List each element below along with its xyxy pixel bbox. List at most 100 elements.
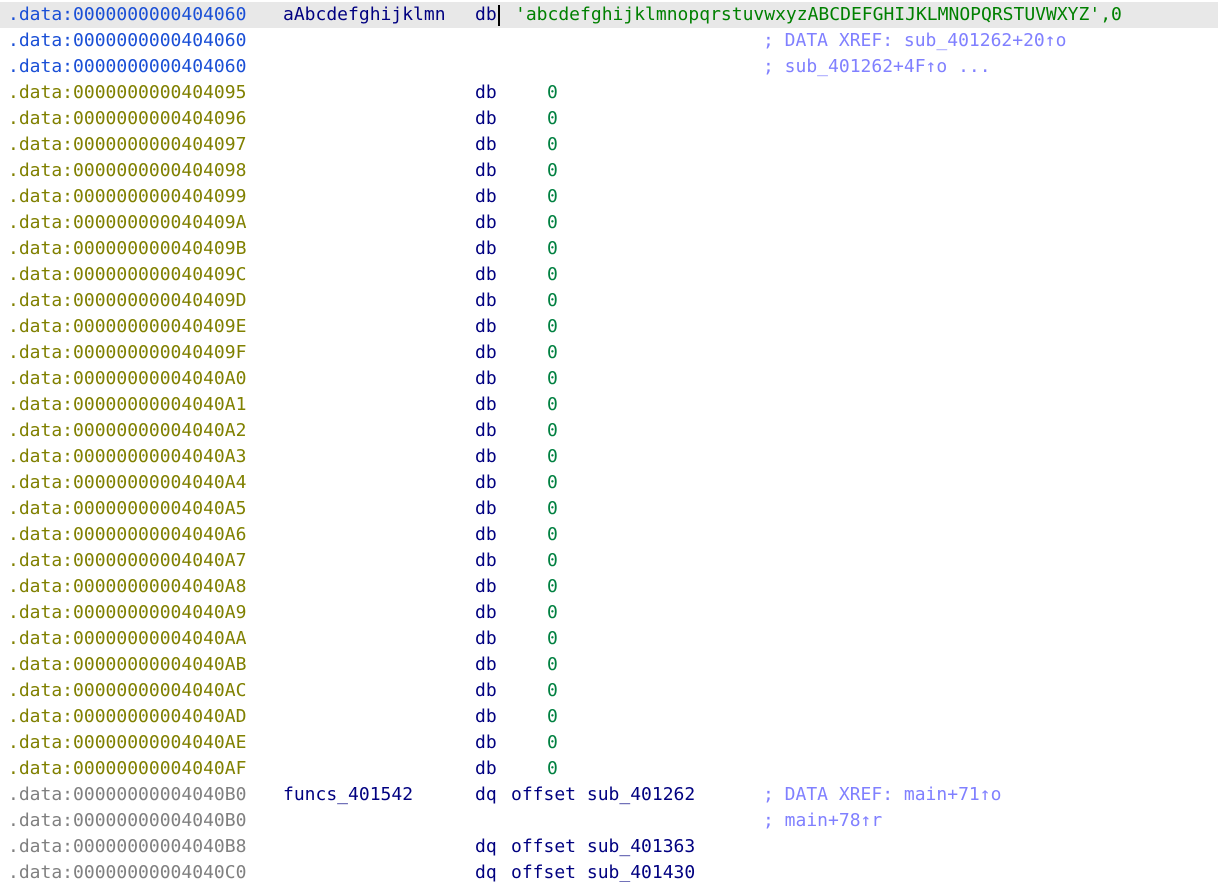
address-label[interactable]: .data:00000000004040A2 [8,418,246,444]
operand-value: 0 [547,342,558,363]
listing-line[interactable]: .data:00000000004040B8 dq offset sub_401… [0,834,1218,860]
xref-comment[interactable]: ; main+78↑r [763,808,882,834]
xref-comment[interactable]: ; DATA XREF: main+71↑o [763,782,1001,808]
operand-value: 0 [547,732,558,753]
xref-comment[interactable]: ; DATA XREF: sub_401262+20↑o [763,28,1066,54]
address-label[interactable]: .data:00000000004040C0 [8,860,246,882]
listing-line[interactable]: .data:00000000004040A8 db 0 [0,574,1218,600]
listing-line[interactable]: .data:0000000000404095 db 0 [0,80,1218,106]
directive-keyword: db [475,576,497,597]
listing-line[interactable]: .data:0000000000404096 db 0 [0,106,1218,132]
address-label[interactable]: .data:00000000004040B0 [8,782,246,808]
directive-keyword: db [475,758,497,779]
address-label[interactable]: .data:00000000004040A0 [8,366,246,392]
operand-value: 0 [547,524,558,545]
directive-keyword: dq [475,836,497,857]
directive-keyword: db [475,732,497,753]
operand-value: 0 [547,368,558,389]
address-label[interactable]: .data:0000000000404099 [8,184,246,210]
listing-line[interactable]: .data:0000000000404060 ; sub_401262+4F↑o… [0,54,1218,80]
directive-keyword: db [475,238,497,259]
address-label[interactable]: .data:00000000004040B0 [8,808,246,834]
address-label[interactable]: .data:000000000040409A [8,210,246,236]
string-literal[interactable]: 'abcdefghijklmnopqrstuvwxyzABCDEFGHIJKLM… [515,2,1122,28]
listing-line[interactable]: .data:00000000004040AD db 0 [0,704,1218,730]
listing-line[interactable]: .data:00000000004040A6 db 0 [0,522,1218,548]
listing-line[interactable]: .data:00000000004040A9 db 0 [0,600,1218,626]
listing-line[interactable]: .data:00000000004040A2 db 0 [0,418,1218,444]
address-label[interactable]: .data:000000000040409E [8,314,246,340]
listing-line[interactable]: .data:0000000000404099 db 0 [0,184,1218,210]
listing-line[interactable]: .data:00000000004040AB db 0 [0,652,1218,678]
address-label[interactable]: .data:0000000000404095 [8,80,246,106]
offset-operand[interactable]: offset sub_401262 [511,782,695,808]
directive-keyword: db [475,108,497,129]
listing-line[interactable]: .data:00000000004040B0 ; main+78↑r [0,808,1218,834]
address-label[interactable]: .data:0000000000404096 [8,106,246,132]
address-label[interactable]: .data:00000000004040A9 [8,600,246,626]
listing-line[interactable]: .data:00000000004040A1 db 0 [0,392,1218,418]
listing-line[interactable]: .data:00000000004040AE db 0 [0,730,1218,756]
address-label[interactable]: .data:00000000004040A3 [8,444,246,470]
disassembly-listing[interactable]: .data:0000000000404060 aAbcdefghijklmn d… [0,0,1218,882]
address-label[interactable]: .data:0000000000404097 [8,132,246,158]
listing-line[interactable]: .data:0000000000404098 db 0 [0,158,1218,184]
address-label[interactable]: .data:0000000000404098 [8,158,246,184]
directive-keyword: db [475,524,497,545]
operand-value: 0 [547,290,558,311]
offset-operand[interactable]: offset sub_401430 [511,860,695,882]
address-label[interactable]: .data:000000000040409F [8,340,246,366]
address-label[interactable]: .data:00000000004040AD [8,704,246,730]
address-label[interactable]: .data:00000000004040AB [8,652,246,678]
address-label[interactable]: .data:0000000000404060 [8,2,246,28]
address-label[interactable]: .data:00000000004040AF [8,756,246,782]
address-label[interactable]: .data:0000000000404060 [8,54,246,80]
listing-line[interactable]: .data:0000000000404060 aAbcdefghijklmn d… [0,2,1218,28]
address-label[interactable]: .data:00000000004040A8 [8,574,246,600]
listing-line[interactable]: .data:00000000004040A7 db 0 [0,548,1218,574]
listing-line[interactable]: .data:000000000040409B db 0 [0,236,1218,262]
address-label[interactable]: .data:00000000004040AC [8,678,246,704]
listing-line[interactable]: .data:000000000040409F db 0 [0,340,1218,366]
address-label[interactable]: .data:00000000004040AA [8,626,246,652]
listing-line[interactable]: .data:000000000040409E db 0 [0,314,1218,340]
offset-operand[interactable]: offset sub_401363 [511,834,695,860]
operand-value: 0 [547,550,558,571]
directive-keyword: db [475,212,497,233]
listing-line[interactable]: .data:00000000004040AA db 0 [0,626,1218,652]
listing-line[interactable]: .data:000000000040409C db 0 [0,262,1218,288]
listing-line[interactable]: .data:00000000004040AF db 0 [0,756,1218,782]
directive-keyword: db [475,472,497,493]
address-label[interactable]: .data:00000000004040A5 [8,496,246,522]
address-label[interactable]: .data:00000000004040A7 [8,548,246,574]
operand-value: 0 [547,134,558,155]
listing-line[interactable]: .data:000000000040409A db 0 [0,210,1218,236]
listing-line[interactable]: .data:00000000004040B0 funcs_401542 dq o… [0,782,1218,808]
directive-keyword: dq [475,784,497,805]
listing-line[interactable]: .data:00000000004040A4 db 0 [0,470,1218,496]
data-name-label[interactable]: aAbcdefghijklmn [283,2,446,28]
listing-line[interactable]: .data:00000000004040A0 db 0 [0,366,1218,392]
xref-comment[interactable]: ; sub_401262+4F↑o ... [763,54,991,80]
listing-line[interactable]: .data:00000000004040A3 db 0 [0,444,1218,470]
listing-line[interactable]: .data:0000000000404097 db 0 [0,132,1218,158]
address-label[interactable]: .data:0000000000404060 [8,28,246,54]
listing-line[interactable]: .data:00000000004040AC db 0 [0,678,1218,704]
data-name-label[interactable]: funcs_401542 [283,782,413,808]
listing-line[interactable]: .data:000000000040409D db 0 [0,288,1218,314]
listing-line[interactable]: .data:00000000004040A5 db 0 [0,496,1218,522]
listing-line[interactable]: .data:00000000004040C0 dq offset sub_401… [0,860,1218,882]
address-label[interactable]: .data:00000000004040AE [8,730,246,756]
operand-value: 0 [547,82,558,103]
address-label[interactable]: .data:00000000004040A4 [8,470,246,496]
address-label[interactable]: .data:000000000040409B [8,236,246,262]
operand-value: 0 [547,316,558,337]
address-label[interactable]: .data:00000000004040A6 [8,522,246,548]
directive-keyword: dq [475,862,497,882]
address-label[interactable]: .data:000000000040409D [8,288,246,314]
address-label[interactable]: .data:000000000040409C [8,262,246,288]
listing-line[interactable]: .data:0000000000404060 ; DATA XREF: sub_… [0,28,1218,54]
operand-value: 0 [547,472,558,493]
address-label[interactable]: .data:00000000004040A1 [8,392,246,418]
address-label[interactable]: .data:00000000004040B8 [8,834,246,860]
